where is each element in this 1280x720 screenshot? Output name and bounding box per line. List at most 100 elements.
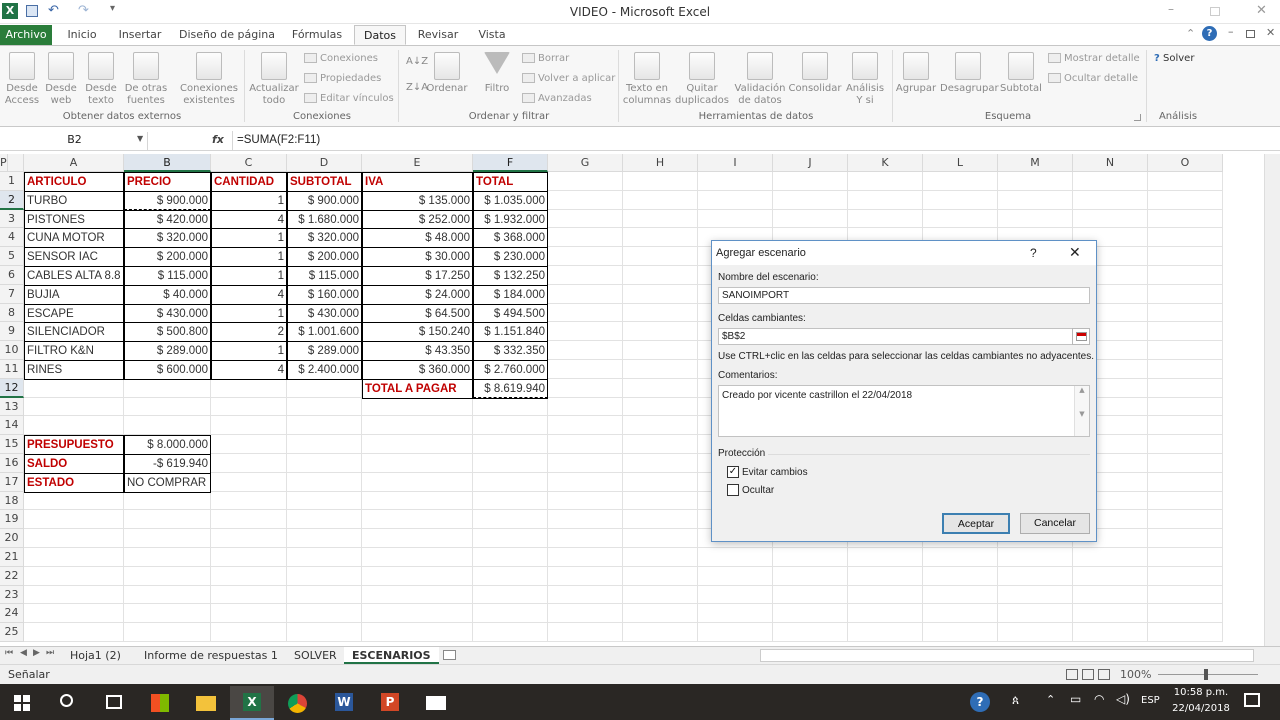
sheet-next-icon[interactable]: ▶ bbox=[33, 648, 40, 658]
table-cell[interactable]: 1 bbox=[211, 190, 287, 211]
consolidar-button[interactable]: Consolidar bbox=[788, 52, 842, 95]
grid-cell[interactable] bbox=[848, 209, 923, 229]
grid-cell[interactable] bbox=[24, 566, 124, 586]
quitar-duplicados-button[interactable]: Quitar duplicados bbox=[674, 52, 730, 107]
grid-cell[interactable] bbox=[998, 190, 1073, 210]
grid-cell[interactable] bbox=[124, 416, 211, 436]
grid-cell[interactable] bbox=[548, 247, 623, 266]
grid-cell[interactable] bbox=[1148, 435, 1223, 454]
grid-cell[interactable] bbox=[548, 397, 623, 417]
grid-cell[interactable] bbox=[623, 510, 698, 530]
avanzadas-button[interactable]: Avanzadas bbox=[522, 90, 592, 108]
grid-cell[interactable] bbox=[548, 585, 623, 605]
table-cell[interactable]: $ 430.000 bbox=[124, 303, 211, 324]
column-header[interactable]: H bbox=[623, 154, 698, 172]
new-sheet-icon[interactable] bbox=[443, 650, 456, 660]
table-cell[interactable]: $ 900.000 bbox=[287, 190, 362, 211]
solver-button[interactable]: ? Solver bbox=[1154, 50, 1194, 68]
table-cell[interactable]: $ 420.000 bbox=[124, 209, 211, 230]
accept-button[interactable]: Aceptar bbox=[942, 513, 1010, 534]
grid-cell[interactable] bbox=[1148, 360, 1223, 379]
row-header[interactable]: 8 bbox=[0, 303, 24, 323]
grid-cell[interactable] bbox=[473, 397, 548, 417]
grid-cell[interactable] bbox=[848, 623, 923, 642]
grid-cell[interactable] bbox=[698, 566, 773, 586]
grid-cell[interactable] bbox=[848, 190, 923, 210]
grid-cell[interactable] bbox=[623, 341, 698, 360]
table-cell[interactable]: $ 230.000 bbox=[473, 247, 548, 267]
dialog-launcher-icon[interactable] bbox=[1134, 114, 1141, 121]
workbook-close-icon[interactable]: ✕ bbox=[1266, 26, 1275, 39]
grid-cell[interactable] bbox=[287, 604, 362, 624]
grid-cell[interactable] bbox=[287, 529, 362, 548]
table-cell[interactable]: 1 bbox=[211, 266, 287, 286]
grid-cell[interactable] bbox=[124, 548, 211, 567]
grid-cell[interactable] bbox=[211, 548, 287, 567]
grid-cell[interactable] bbox=[548, 303, 623, 323]
grid-cell[interactable] bbox=[923, 190, 998, 210]
grid-cell[interactable] bbox=[548, 378, 623, 398]
grid-cell[interactable] bbox=[698, 585, 773, 605]
table-cell[interactable]: $ 289.000 bbox=[124, 341, 211, 361]
grid-cell[interactable] bbox=[548, 360, 623, 379]
table-cell[interactable]: $ 115.000 bbox=[124, 266, 211, 286]
conexiones-existentes-button[interactable]: Conexiones existentes bbox=[176, 52, 242, 107]
desagrupar-button[interactable]: Desagrupar bbox=[940, 52, 999, 95]
grid-cell[interactable] bbox=[473, 529, 548, 548]
word-button[interactable]: W bbox=[322, 686, 366, 720]
name-box-dropdown-icon[interactable]: ▼ bbox=[137, 134, 143, 143]
table-cell[interactable]: $ 332.350 bbox=[473, 341, 548, 361]
sheet-tab-solver[interactable]: SOLVER bbox=[286, 647, 345, 664]
sort-za-icon[interactable]: Z↓A bbox=[406, 82, 428, 93]
grid-cell[interactable] bbox=[362, 397, 473, 417]
grid-cell[interactable] bbox=[287, 397, 362, 417]
row-header[interactable]: 15 bbox=[0, 435, 24, 454]
task-view-button[interactable] bbox=[92, 686, 136, 720]
column-header[interactable]: A bbox=[24, 154, 124, 172]
grid-cell[interactable] bbox=[773, 190, 848, 210]
grid-cell[interactable] bbox=[362, 566, 473, 586]
grid-cell[interactable] bbox=[623, 529, 698, 548]
table-cell[interactable]: $ 1.151.840 bbox=[473, 322, 548, 343]
formula-input[interactable]: =SUMA(F2:F11) bbox=[232, 131, 1264, 150]
grid-cell[interactable] bbox=[211, 416, 287, 436]
grid-cell[interactable] bbox=[211, 585, 287, 605]
table-cell[interactable]: PISTONES bbox=[24, 209, 124, 230]
language-indicator[interactable]: ESP bbox=[1141, 695, 1160, 706]
grid-cell[interactable] bbox=[923, 172, 998, 191]
validacion-datos-button[interactable]: Validación de datos bbox=[732, 52, 788, 107]
grid-cell[interactable] bbox=[287, 491, 362, 511]
fx-icon[interactable]: fx bbox=[212, 133, 224, 146]
grid-cell[interactable] bbox=[998, 566, 1073, 586]
table-cell[interactable]: $ 115.000 bbox=[287, 266, 362, 286]
grid-cell[interactable] bbox=[848, 604, 923, 624]
table-cell[interactable]: $ 200.000 bbox=[287, 247, 362, 267]
column-header[interactable]: J bbox=[773, 154, 848, 172]
table-cell[interactable]: $ 30.000 bbox=[362, 247, 473, 267]
row-header[interactable]: 18 bbox=[0, 491, 24, 511]
start-button[interactable] bbox=[0, 686, 44, 720]
name-box[interactable]: B2 bbox=[2, 132, 148, 150]
grid-cell[interactable] bbox=[923, 566, 998, 586]
editar-vinculos-button[interactable]: Editar vínculos bbox=[304, 90, 394, 108]
grid-cell[interactable] bbox=[473, 623, 548, 642]
table-cell[interactable]: $ 64.500 bbox=[362, 303, 473, 324]
grid-cell[interactable] bbox=[1148, 510, 1223, 530]
scenario-name-input[interactable]: SANOIMPORT bbox=[718, 287, 1090, 304]
table-cell[interactable]: $ 135.000 bbox=[362, 190, 473, 211]
grid-cell[interactable] bbox=[1073, 585, 1148, 605]
tab-archivo[interactable]: Archivo bbox=[0, 25, 52, 45]
grid-cell[interactable] bbox=[362, 604, 473, 624]
grid-cell[interactable] bbox=[473, 510, 548, 530]
conexiones-button[interactable]: Conexiones bbox=[304, 50, 378, 68]
grid-cell[interactable] bbox=[548, 548, 623, 567]
collapse-ribbon-icon[interactable]: ⌃ bbox=[1186, 27, 1195, 40]
table-cell[interactable]: 4 bbox=[211, 360, 287, 380]
tab-vista[interactable]: Vista bbox=[470, 25, 514, 45]
grid-cell[interactable] bbox=[1148, 416, 1223, 436]
grid-cell[interactable] bbox=[211, 566, 287, 586]
grid-cell[interactable] bbox=[362, 472, 473, 492]
table-cell[interactable]: 1 bbox=[211, 247, 287, 267]
grid-cell[interactable] bbox=[923, 604, 998, 624]
grid-cell[interactable] bbox=[923, 548, 998, 567]
